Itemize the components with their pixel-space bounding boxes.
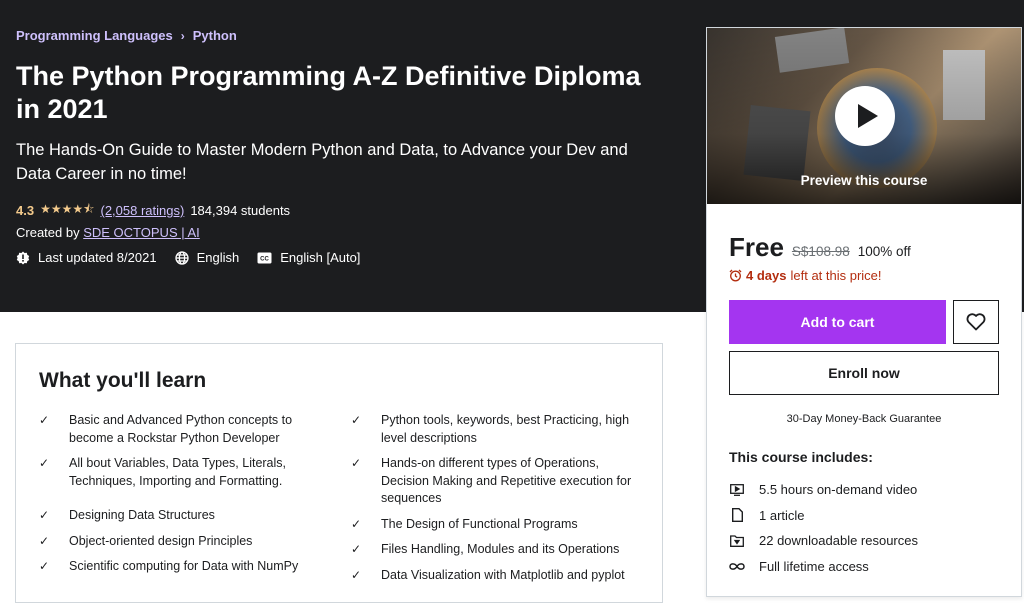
infinity-icon	[729, 562, 745, 571]
breadcrumb-item-python[interactable]: Python	[193, 28, 237, 43]
includes-title: This course includes:	[729, 449, 873, 465]
money-back-guarantee: 30-Day Money-Back Guarantee	[786, 413, 942, 425]
language-text: English	[196, 250, 240, 265]
language: English	[174, 250, 240, 265]
learn-item-text: Files Handling, Modules and its Operatio…	[381, 542, 620, 556]
learn-item: ✓ Files Handling, Modules and its Operati…	[351, 541, 641, 559]
includes-item: 1 article	[729, 503, 918, 529]
ratings-count-link[interactable]: (2,058 ratings)	[100, 203, 184, 218]
learn-item-text: All bout Variables, Data Types, Literals…	[69, 456, 287, 488]
captions-text: English [Auto]	[280, 250, 361, 265]
learn-item-text: Python tools, keywords, best Practicing,…	[381, 413, 630, 445]
check-icon: ✓	[39, 533, 50, 548]
learn-item: ✓ Designing Data Structures	[39, 507, 329, 525]
learn-list-right: ✓ Python tools, keywords, best Practicing…	[351, 412, 641, 592]
includes-item-text: 5.5 hours on-demand video	[759, 482, 918, 498]
learn-item-text: Data Visualization with Matplotlib and p…	[381, 567, 625, 582]
check-icon: ✓	[351, 413, 362, 427]
learn-item: ✓ Object-oriented design Principles	[39, 533, 329, 551]
current-price: Free	[729, 232, 784, 262]
alarm-clock-icon	[729, 269, 742, 282]
course-meta: Last updated 8/2021 English CC English […	[16, 250, 360, 265]
learn-item: ✓ Data Visualization with Matplotlib and …	[351, 567, 641, 585]
students-count: 184,394 students	[190, 203, 291, 218]
purchase-sidebar: Preview this course Free S$108.98 100% o…	[706, 27, 1022, 597]
course-subtitle: The Hands-On Guide to Master Modern Pyth…	[16, 141, 628, 183]
check-icon: ✓	[39, 508, 50, 522]
learn-item-text: The Design of Functional Programs	[381, 516, 578, 531]
includes-item-text: 22 downloadable resources	[759, 533, 918, 549]
learn-item: ✓ Python tools, keywords, best Practicing…	[351, 412, 641, 447]
enroll-now-button[interactable]: Enroll now	[729, 351, 999, 395]
check-icon: ✓	[351, 542, 362, 556]
check-icon: ✓	[39, 413, 50, 427]
instructor-link[interactable]: SDE OCTOPUS | AI	[83, 225, 200, 240]
last-updated: Last updated 8/2021	[16, 250, 157, 265]
learn-item: ✓ Basic and Advanced Python concepts to b…	[39, 412, 329, 447]
learn-item-text: Basic and Advanced Python concepts to be…	[69, 413, 293, 445]
timer-days: 4 days	[746, 268, 787, 283]
includes-item: 5.5 hours on-demand video	[729, 477, 918, 503]
check-icon: ✓	[39, 456, 50, 470]
breadcrumb-item-programming-languages[interactable]: Programming Languages	[16, 28, 173, 43]
add-to-cart-button[interactable]: Add to cart	[729, 300, 946, 344]
includes-item-text: Full lifetime access	[759, 558, 869, 574]
price-row: Free S$108.98 100% off	[729, 232, 911, 263]
rating-value: 4.3	[16, 203, 35, 218]
what-youll-learn: What you'll learn ✓ Basic and Advanced Py…	[15, 343, 663, 603]
learn-item: ✓ The Design of Functional Programs	[351, 516, 641, 534]
svg-text:CC: CC	[260, 256, 269, 262]
learn-item: ✓ All bout Variables, Data Types, Literal…	[39, 455, 329, 490]
includes-list: 5.5 hours on-demand video 1 article 22 d…	[729, 477, 918, 579]
check-icon: ✓	[351, 567, 362, 582]
play-icon	[857, 104, 878, 128]
preview-label: Preview this course	[800, 173, 928, 188]
wishlist-button[interactable]	[953, 300, 999, 344]
breadcrumb: Programming Languages › Python	[16, 28, 237, 43]
timer-text: left at this price!	[790, 268, 882, 283]
price-timer: 4 days left at this price!	[729, 268, 882, 283]
check-icon: ✓	[39, 559, 50, 573]
includes-item-text: 1 article	[759, 507, 805, 523]
globe-icon	[174, 250, 189, 265]
learn-title: What you'll learn	[39, 369, 207, 392]
rating-row: 4.3 ★★★★⯪ (2,058 ratings) 184,394 studen…	[16, 200, 290, 221]
video-icon	[729, 483, 745, 496]
learn-list-left: ✓ Basic and Advanced Python concepts to b…	[39, 412, 329, 584]
learn-item-text: Object-oriented design Principles	[69, 533, 253, 548]
file-icon	[729, 508, 745, 523]
course-preview[interactable]: Preview this course	[707, 28, 1021, 204]
discount: 100% off	[857, 244, 911, 259]
check-icon: ✓	[351, 516, 362, 531]
captions: CC English [Auto]	[257, 250, 360, 265]
includes-item: 22 downloadable resources	[729, 528, 918, 554]
closed-captions-icon: CC	[257, 252, 272, 264]
course-title: The Python Programming A-Z Definitive Di…	[16, 61, 641, 124]
original-price: S$108.98	[791, 244, 850, 259]
heart-icon	[966, 313, 986, 331]
learn-item-text: Designing Data Structures	[69, 508, 215, 522]
learn-item-text: Hands-on different types of Operations, …	[381, 456, 632, 505]
last-updated-text: Last updated 8/2021	[38, 250, 157, 265]
created-by-label: Created by	[16, 225, 80, 240]
folder-download-icon	[729, 535, 745, 547]
star-rating-icon: ★★★★⯪	[40, 202, 95, 216]
learn-item: ✓ Scientific computing for Data with NumP…	[39, 558, 329, 576]
created-by: Created by SDE OCTOPUS | AI	[16, 225, 200, 240]
check-icon: ✓	[351, 456, 362, 470]
includes-item: Full lifetime access	[729, 554, 918, 580]
chevron-right-icon: ›	[180, 28, 185, 43]
alert-badge-icon	[16, 251, 30, 265]
learn-item-text: Scientific computing for Data with NumPy	[69, 559, 299, 573]
play-button[interactable]	[835, 86, 895, 146]
learn-item: ✓ Hands-on different types of Operations,…	[351, 455, 641, 508]
